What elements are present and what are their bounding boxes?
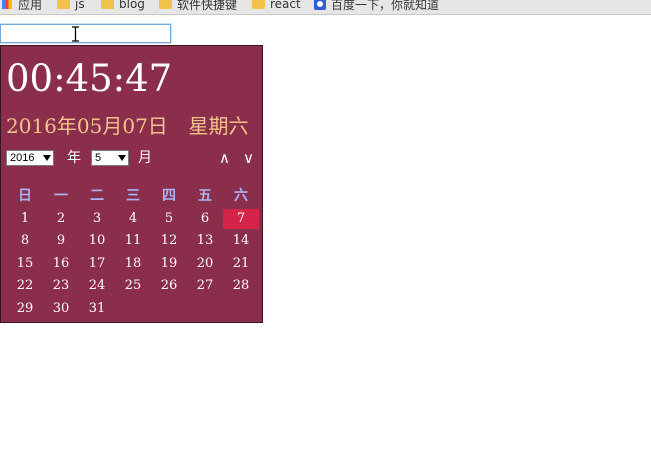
bookmark-blog[interactable]: blog bbox=[101, 0, 145, 13]
day-cell[interactable]: 6 bbox=[187, 209, 223, 229]
dropdown-arrow-icon bbox=[118, 155, 126, 161]
day-cell[interactable]: 21 bbox=[223, 254, 259, 274]
bookmark-js[interactable]: js bbox=[57, 0, 85, 13]
month-select-value: 5 bbox=[95, 152, 102, 164]
day-cell[interactable]: 9 bbox=[43, 231, 79, 251]
dropdown-arrow-icon bbox=[43, 155, 51, 161]
bookmark-label: 软件快捷键 bbox=[177, 0, 238, 12]
day-cell[interactable]: 28 bbox=[223, 276, 259, 296]
day-cell[interactable]: 23 bbox=[43, 276, 79, 296]
day-cell bbox=[115, 299, 151, 319]
day-cell[interactable]: 11 bbox=[115, 231, 151, 251]
month-select[interactable]: 5 bbox=[91, 150, 129, 166]
weekday-header: 四 bbox=[162, 188, 176, 204]
calendar-panel: 00:45:47 2016年05月07日 星期六 2016 年 5 月 ∧ ∨ … bbox=[0, 45, 263, 323]
date-text: 2016年05月07日 bbox=[6, 114, 168, 138]
folder-icon bbox=[101, 0, 114, 9]
bookmark-label: blog bbox=[119, 0, 145, 11]
bookmark-react[interactable]: react bbox=[252, 0, 301, 13]
day-cell[interactable]: 13 bbox=[187, 231, 223, 251]
prev-month-button[interactable]: ∧ bbox=[219, 149, 230, 167]
weekday-header: 日 bbox=[18, 188, 32, 204]
bookmark-baidu[interactable]: 百度一下，你就知道 bbox=[314, 0, 439, 13]
weekday-header-row: 日 一 二 三 四 五 六 bbox=[7, 186, 259, 209]
year-select[interactable]: 2016 bbox=[6, 150, 54, 166]
month-label: 月 bbox=[138, 150, 152, 166]
bookmark-label: 百度一下，你就知道 bbox=[331, 0, 440, 12]
weekday-header: 六 bbox=[234, 188, 248, 204]
day-cell[interactable]: 15 bbox=[7, 254, 43, 274]
weekday-text: 星期六 bbox=[188, 114, 249, 138]
calendar-controls: 2016 年 5 月 ∧ ∨ bbox=[6, 149, 258, 168]
day-cell[interactable]: 16 bbox=[43, 254, 79, 274]
bookmark-shortcuts[interactable]: 软件快捷键 bbox=[159, 0, 237, 13]
bookmark-label: js bbox=[75, 0, 85, 11]
apps-icon bbox=[2, 0, 12, 9]
day-cell[interactable]: 8 bbox=[7, 231, 43, 251]
day-cell[interactable]: 18 bbox=[115, 254, 151, 274]
day-cell[interactable]: 2 bbox=[43, 209, 79, 229]
year-label: 年 bbox=[67, 150, 81, 166]
day-cell[interactable]: 27 bbox=[187, 276, 223, 296]
day-cell[interactable]: 20 bbox=[187, 254, 223, 274]
weekday-header: 一 bbox=[54, 188, 68, 204]
weekday-header: 二 bbox=[90, 188, 104, 204]
day-cell[interactable]: 5 bbox=[151, 209, 187, 229]
day-cell[interactable]: 3 bbox=[79, 209, 115, 229]
day-cell[interactable]: 30 bbox=[43, 299, 79, 319]
week-row: 15 16 17 18 19 20 21 bbox=[7, 254, 259, 277]
bookmark-label: 应用 bbox=[18, 0, 43, 12]
day-cell bbox=[151, 299, 187, 319]
week-row: 8 9 10 11 12 13 14 bbox=[7, 231, 259, 254]
today-day-cell[interactable]: 7 bbox=[223, 208, 259, 229]
day-cell[interactable]: 19 bbox=[151, 254, 187, 274]
day-cell[interactable]: 25 bbox=[115, 276, 151, 296]
day-cell[interactable]: 14 bbox=[223, 231, 259, 251]
day-cell[interactable]: 4 bbox=[115, 209, 151, 229]
clock-display: 00:45:47 bbox=[6, 57, 173, 100]
day-cell[interactable]: 12 bbox=[151, 231, 187, 251]
folder-icon bbox=[252, 0, 265, 9]
day-cell[interactable]: 24 bbox=[79, 276, 115, 296]
full-date: 2016年05月07日 星期六 bbox=[6, 112, 249, 140]
bookmark-label: react bbox=[270, 0, 301, 11]
week-row: 1 2 3 4 5 6 7 bbox=[7, 208, 259, 232]
weekday-header: 三 bbox=[126, 188, 140, 204]
day-cell bbox=[187, 299, 223, 319]
day-cell[interactable]: 31 bbox=[79, 299, 115, 319]
bookmarks-bar: 应用 js blog 软件快捷键 react 百度一下，你就知道 bbox=[0, 0, 651, 15]
day-cell[interactable]: 10 bbox=[79, 231, 115, 251]
day-cell[interactable]: 26 bbox=[151, 276, 187, 296]
folder-icon bbox=[159, 0, 172, 9]
week-row: 22 23 24 25 26 27 28 bbox=[7, 276, 259, 299]
text-cursor-icon bbox=[72, 26, 79, 42]
year-select-value: 2016 bbox=[10, 152, 35, 164]
day-cell[interactable]: 1 bbox=[7, 209, 43, 229]
date-input[interactable] bbox=[0, 24, 171, 43]
day-cell[interactable]: 17 bbox=[79, 254, 115, 274]
folder-icon bbox=[57, 0, 70, 9]
day-cell[interactable]: 29 bbox=[7, 299, 43, 319]
bookmark-apps[interactable]: 应用 bbox=[2, 0, 42, 13]
day-cell bbox=[223, 299, 259, 319]
next-month-button[interactable]: ∨ bbox=[243, 149, 254, 167]
baidu-icon bbox=[314, 0, 326, 10]
calendar-grid: 日 一 二 三 四 五 六 1 2 3 4 5 6 7 8 9 10 11 12… bbox=[7, 186, 259, 321]
week-row: 29 30 31 bbox=[7, 299, 259, 322]
weekday-header: 五 bbox=[198, 188, 212, 204]
day-cell[interactable]: 22 bbox=[7, 276, 43, 296]
